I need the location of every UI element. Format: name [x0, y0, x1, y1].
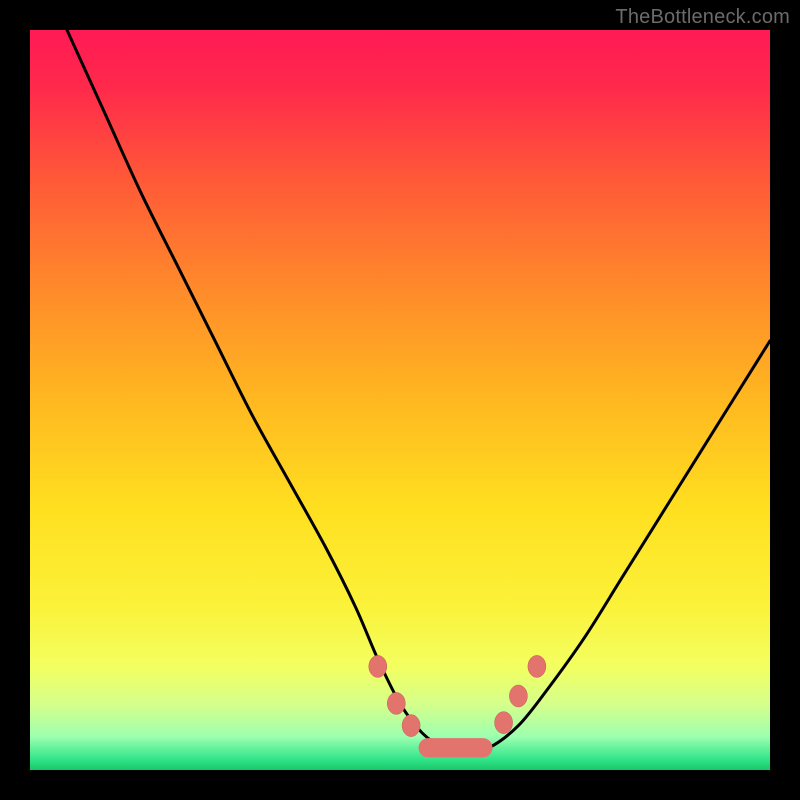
band-layer	[419, 738, 493, 757]
plot-area	[30, 30, 770, 770]
plot-svg	[30, 30, 770, 770]
gradient-background	[30, 30, 770, 770]
highlight-marker	[402, 715, 420, 737]
flat-band	[419, 738, 493, 757]
highlight-marker	[509, 685, 527, 707]
watermark-text: TheBottleneck.com	[615, 6, 790, 29]
highlight-marker	[495, 712, 513, 734]
highlight-marker	[528, 655, 546, 677]
highlight-marker	[387, 692, 405, 714]
outer-frame: TheBottleneck.com	[0, 0, 800, 800]
highlight-marker	[369, 655, 387, 677]
